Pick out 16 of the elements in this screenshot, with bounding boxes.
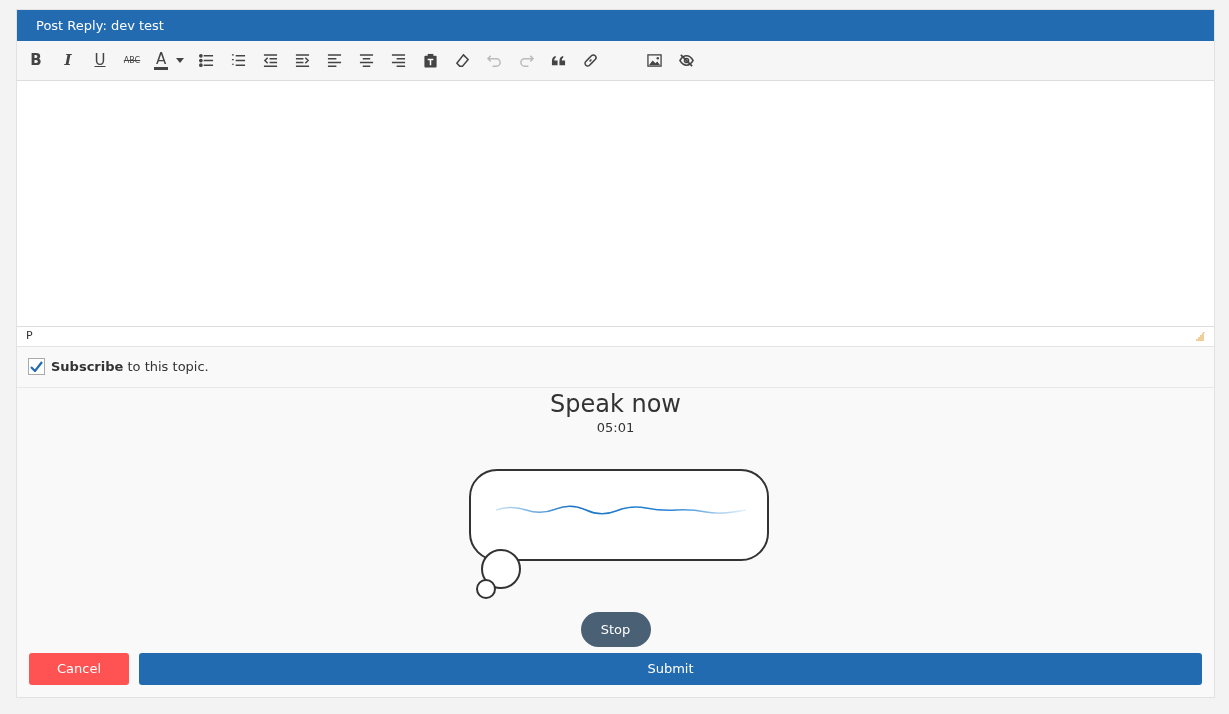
format-button[interactable]: B [20, 45, 52, 76]
speak-now-title: Speak now [550, 389, 681, 419]
submit-button[interactable]: Submit [139, 653, 1202, 685]
format-button[interactable]: I [52, 45, 84, 76]
text-color-button[interactable]: A [148, 45, 191, 76]
panel-title: Post Reply: dev test [36, 16, 164, 35]
subscribe-label: Subscribe to this topic. [51, 357, 209, 376]
format-button[interactable]: ABC [116, 45, 148, 76]
format-button[interactable]: U [84, 45, 116, 76]
resize-handle-icon[interactable] [1195, 331, 1205, 342]
stop-button[interactable]: Stop [580, 612, 651, 647]
caret-icon[interactable] [176, 58, 185, 64]
text-color-label: A [154, 51, 169, 70]
timer: 05:01 [596, 419, 635, 438]
element-path: P [26, 328, 33, 345]
subscribe-checkbox[interactable] [28, 358, 45, 376]
